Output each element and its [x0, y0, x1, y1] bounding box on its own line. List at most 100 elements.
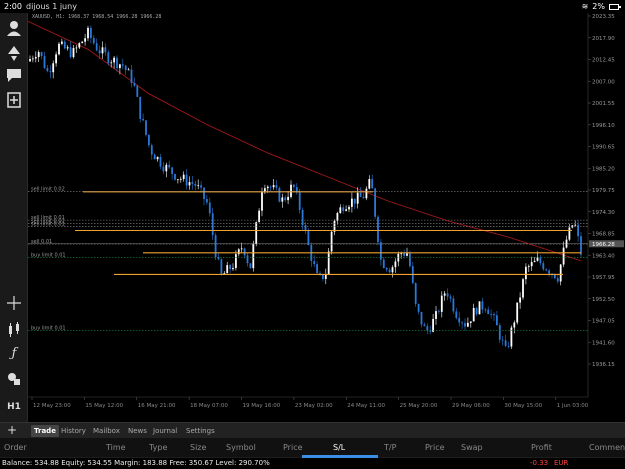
candle-body [290, 184, 292, 197]
col-size[interactable]: Size [190, 443, 206, 452]
tab-trade[interactable]: Trade [31, 425, 59, 437]
price-label-10: 1968.85 [592, 232, 615, 238]
candle-body [90, 27, 92, 39]
price-label-15: 1941.60 [592, 340, 615, 346]
date: dijous 1 juny [26, 2, 77, 11]
indicators-icon[interactable]: ƒ [4, 344, 24, 364]
col-type[interactable]: Type [149, 443, 167, 452]
candle-body [75, 47, 78, 49]
price-chart[interactable]: sell limit 0.02sell limit 0.01sell limit… [28, 13, 625, 422]
candle-body [481, 301, 484, 310]
battery-icon [609, 3, 621, 10]
col-price[interactable]: Price [283, 443, 303, 452]
col-symbol[interactable]: Symbol [226, 443, 256, 452]
candle-body [301, 209, 304, 226]
col-profit[interactable]: Profit [531, 443, 552, 452]
add-icon[interactable]: + [7, 423, 17, 438]
wifi-icon: ≋ [581, 2, 589, 11]
candle-body [185, 174, 188, 186]
candle-body [487, 309, 490, 315]
clock: 2:00 [4, 2, 22, 11]
candle-body [177, 179, 179, 181]
candle-body [359, 192, 362, 197]
price-label-16: 1936.15 [592, 362, 615, 368]
tab-mailbox[interactable]: Mailbox [90, 425, 123, 437]
candle-body [61, 41, 63, 44]
timeframe-h1[interactable]: H1 [4, 397, 24, 417]
col-time[interactable]: Time [106, 443, 126, 452]
candle-body [121, 64, 124, 66]
candle-body [423, 324, 426, 327]
time-label-8: 29 May 06:00 [452, 403, 490, 409]
candle-body [469, 321, 472, 323]
tab-journal[interactable]: Journal [150, 425, 180, 437]
candle-body [356, 192, 359, 204]
price-label-12: 1957.95 [592, 275, 615, 281]
quotes-icon[interactable] [4, 18, 24, 38]
candle-body [142, 118, 144, 121]
candle-body [92, 38, 95, 44]
candle-body [98, 50, 101, 54]
tab-history[interactable]: History [58, 425, 89, 437]
order-label-3: sell limit 0.01 [31, 222, 65, 228]
time-label-3: 18 May 07:00 [190, 403, 228, 409]
candle-body [29, 59, 31, 62]
order-label-6: buy limit 0.01 [31, 325, 66, 331]
candle-body [377, 216, 379, 243]
candle-body [429, 330, 432, 332]
candle-body [449, 296, 452, 299]
candle-body [287, 196, 289, 201]
candle-body [104, 47, 107, 53]
tab-news[interactable]: News [125, 425, 150, 437]
candle-body [559, 264, 562, 282]
candle-body [72, 48, 75, 58]
price-label-14: 1947.05 [592, 319, 615, 325]
tab-settings[interactable]: Settings [183, 425, 218, 437]
candle-body [95, 43, 98, 51]
price-label-11: 1963.40 [592, 253, 615, 259]
time-label-0: 12 May 23:00 [33, 403, 71, 409]
candle-body [507, 345, 510, 347]
candle-body [417, 303, 420, 312]
candle-body [168, 164, 171, 168]
candle-body [568, 227, 571, 240]
candle-body [542, 263, 545, 270]
trade-arrows-icon[interactable] [4, 42, 24, 62]
candle-body [229, 265, 231, 270]
col-tp[interactable]: T/P [384, 443, 396, 452]
time-label-5: 23 May 02:00 [295, 403, 333, 409]
candle-body [188, 182, 191, 186]
chat-icon[interactable] [4, 65, 24, 85]
candle-body [153, 154, 156, 160]
candle-body [382, 259, 385, 268]
candle-body [339, 207, 342, 214]
price-label-1: 2017.90 [592, 36, 615, 42]
col-order[interactable]: Order [4, 443, 27, 452]
candle-body [200, 185, 202, 188]
candle-body [269, 186, 272, 188]
candle-body [272, 185, 275, 188]
candle-body [226, 265, 229, 274]
col-sl[interactable]: S/L [333, 443, 345, 452]
col-swap[interactable]: Swap [461, 443, 483, 452]
candle-body [336, 213, 339, 221]
candle-body [237, 249, 240, 255]
candle-body [307, 230, 310, 245]
col-comment[interactable]: Comment [589, 443, 625, 452]
candle-body [490, 314, 492, 315]
candle-body [235, 254, 237, 269]
col-price-current[interactable]: Price [425, 443, 445, 452]
candle-body [533, 260, 536, 263]
candle-body [63, 41, 66, 49]
order-label-4: sell 0.01 [31, 239, 52, 245]
candle-body [258, 210, 260, 223]
candle-body [203, 187, 205, 200]
candle-body [182, 174, 185, 179]
new-order-icon[interactable] [4, 90, 24, 110]
chart-area[interactable]: sell limit 0.02 sell limit 0.01 sell limit… [28, 13, 625, 422]
candle-body [278, 187, 281, 202]
time-label-10: 1 Jun 03:00 [557, 403, 589, 409]
objects-icon[interactable] [4, 368, 24, 388]
candles-icon[interactable] [4, 319, 24, 339]
crosshair-icon[interactable] [4, 293, 24, 313]
